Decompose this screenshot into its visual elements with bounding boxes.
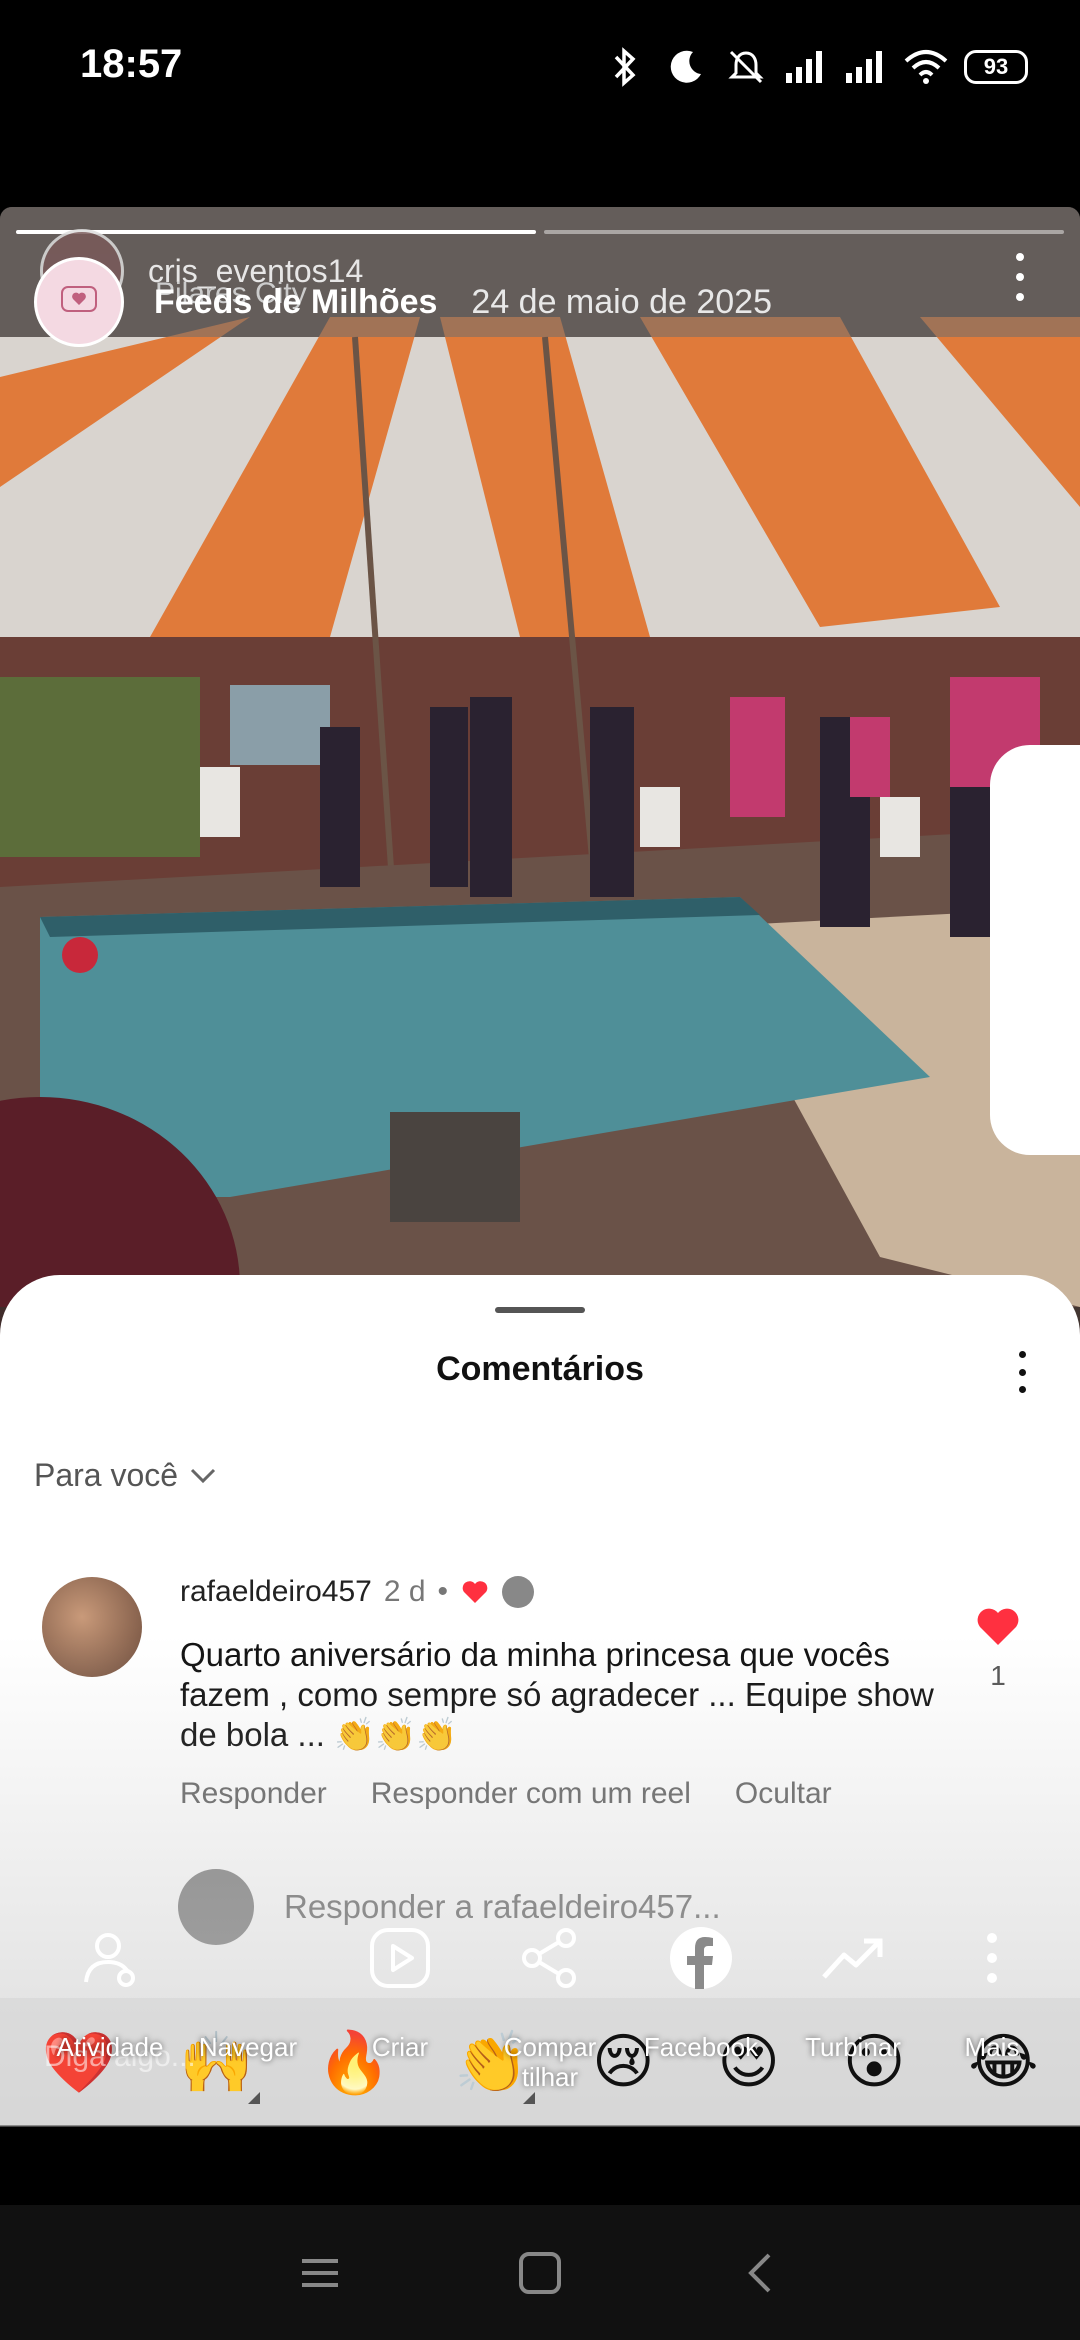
more-dot xyxy=(1016,293,1024,301)
mute-icon xyxy=(724,45,768,89)
wifi-icon xyxy=(904,45,948,89)
story-date: 24 de maio de 2025 xyxy=(471,282,772,321)
back-chevron-icon xyxy=(748,2253,771,2292)
comment-username[interactable]: rafaeldeiro457 xyxy=(180,1575,372,1609)
home-button[interactable] xyxy=(510,2243,570,2303)
comments-more-button[interactable] xyxy=(1012,1347,1032,1397)
creator-liked-heart-icon xyxy=(462,1581,488,1603)
create-icon xyxy=(360,1918,440,1998)
comment-like-button[interactable]: 1 xyxy=(968,1605,1028,1692)
meta-separator: • xyxy=(437,1575,449,1608)
activity-icon xyxy=(70,1918,150,1998)
creator-mini-avatar xyxy=(502,1576,535,1608)
more-dot xyxy=(1018,1368,1026,1376)
sheet-drag-handle[interactable] xyxy=(495,1307,585,1313)
chevron-down-icon xyxy=(191,1468,216,1483)
story-photo xyxy=(0,207,1080,1407)
status-icons: 93 xyxy=(604,42,1028,92)
create-label: Criar xyxy=(371,2032,429,2062)
more-dot xyxy=(1016,273,1024,281)
reply-button[interactable]: Responder xyxy=(180,1777,327,1811)
comment-text: Quarto aniversário da minha princesa que… xyxy=(180,1636,934,1753)
reply-with-reel-button[interactable]: Responder com um reel xyxy=(371,1777,691,1811)
navigate-label: Navegar xyxy=(198,2032,298,2062)
more-button[interactable]: Mais xyxy=(927,1918,1057,2062)
signal-icon xyxy=(844,45,888,89)
heart-icon xyxy=(977,1608,1019,1645)
facebook-button[interactable]: Facebook xyxy=(636,1918,766,2062)
story-action-bar: Atividade Navegar Criar Compar tilhar Fa… xyxy=(0,1918,1080,2118)
account-avatar[interactable] xyxy=(34,257,124,347)
progress-segment xyxy=(544,230,1064,234)
comment-like-count: 1 xyxy=(990,1660,1006,1691)
bluetooth-icon xyxy=(604,45,648,89)
more-dot xyxy=(1016,253,1024,261)
back-button[interactable] xyxy=(730,2243,790,2303)
status-time: 18:57 xyxy=(80,42,183,86)
navigate-button[interactable]: Navegar xyxy=(183,1918,313,2062)
navigate-icon xyxy=(208,1918,288,1998)
boost-button[interactable]: Turbinar xyxy=(788,1918,918,2062)
system-navigation-bar xyxy=(0,2205,1080,2340)
facebook-icon xyxy=(661,1918,741,1998)
share-button[interactable]: Compar tilhar xyxy=(485,1918,615,2092)
hide-button[interactable]: Ocultar xyxy=(735,1777,832,1811)
menu-icon xyxy=(302,2258,338,2287)
more-label: Mais xyxy=(964,2032,1020,2062)
facebook-label: Facebook xyxy=(643,2032,759,2062)
chat-heart-icon xyxy=(61,286,97,312)
share-icon xyxy=(510,1918,590,1998)
account-name[interactable]: Feeds de Milhões xyxy=(154,283,437,322)
signal-icon xyxy=(784,45,828,89)
comment-time: 2 d xyxy=(383,1575,426,1608)
moon-icon xyxy=(664,45,708,89)
commenter-avatar[interactable] xyxy=(42,1577,142,1677)
recents-button[interactable] xyxy=(290,2243,350,2303)
home-square-icon xyxy=(519,2251,561,2294)
filter-label: Para você xyxy=(34,1457,179,1493)
activity-label: Atividade xyxy=(56,2032,164,2062)
comments-title: Comentários xyxy=(436,1350,644,1388)
share-label: Compar tilhar xyxy=(503,2032,597,2092)
boost-label: Turbinar xyxy=(805,2032,901,2062)
status-bar: 18:57 93 xyxy=(0,0,1080,130)
story-more-button[interactable] xyxy=(1000,247,1040,307)
boost-icon xyxy=(813,1918,893,1998)
more-dot xyxy=(1018,1386,1026,1393)
battery-icon: 93 xyxy=(964,50,1028,84)
activity-button[interactable]: Atividade xyxy=(45,1918,175,2062)
more-icon xyxy=(952,1918,1032,1998)
create-button[interactable]: Criar xyxy=(335,1918,465,2062)
comments-filter-dropdown[interactable]: Para você xyxy=(34,1457,218,1494)
next-story-card[interactable] xyxy=(990,745,1080,1155)
more-dot xyxy=(1018,1351,1026,1358)
story-account[interactable]: Feeds de Milhões 24 de maio de 2025 xyxy=(34,257,772,347)
